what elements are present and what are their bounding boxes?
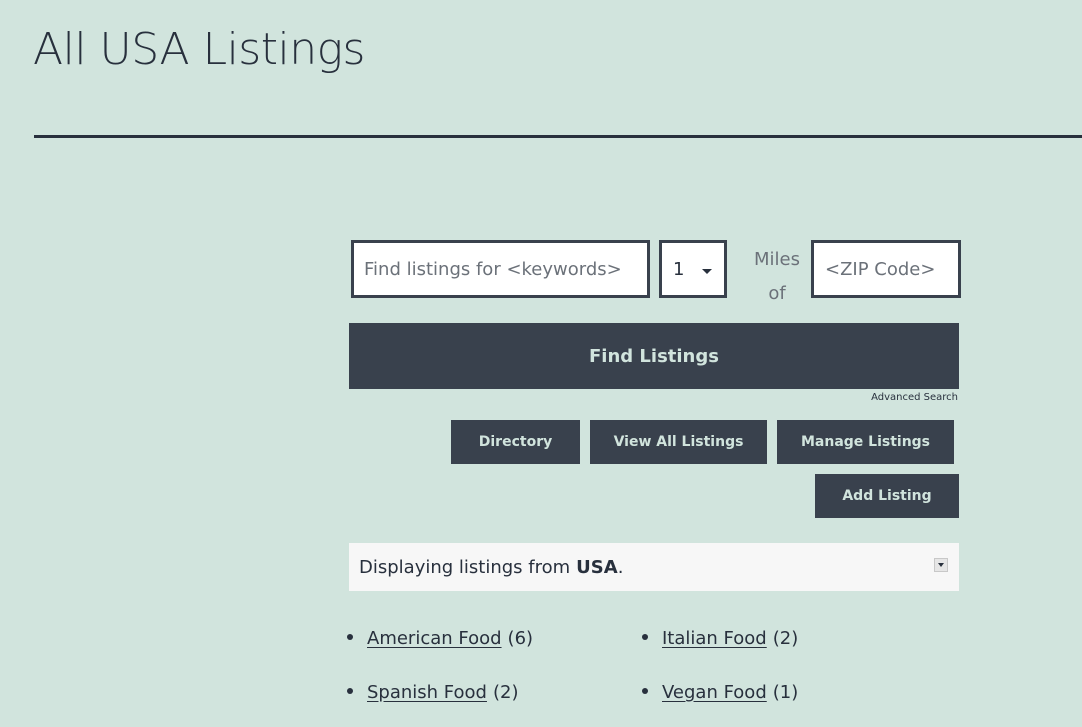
radius-value: 1 bbox=[673, 258, 685, 280]
miles-label-line2: of bbox=[768, 283, 786, 304]
directory-button[interactable]: Directory bbox=[451, 420, 580, 464]
keywords-input[interactable]: Find listings for <keywords> bbox=[351, 240, 650, 298]
add-listing-button[interactable]: Add Listing bbox=[815, 474, 959, 518]
find-listings-button[interactable]: Find Listings bbox=[349, 323, 959, 389]
region-prefix: Displaying listings from bbox=[359, 556, 571, 578]
page-title: All USA Listings bbox=[33, 24, 365, 75]
list-item: Vegan Food (1) bbox=[642, 682, 798, 703]
chevron-down-icon bbox=[702, 269, 712, 274]
miles-label-line1: Miles bbox=[754, 249, 800, 270]
bullet-icon bbox=[347, 634, 353, 640]
title-divider bbox=[34, 135, 1082, 138]
zip-code-input[interactable]: <ZIP Code> bbox=[811, 240, 961, 298]
page: All USA Listings Find listings for <keyw… bbox=[0, 0, 1082, 727]
list-item: American Food (6) bbox=[347, 628, 533, 649]
miles-of-label: Miles of bbox=[748, 243, 806, 311]
bullet-icon bbox=[642, 634, 648, 640]
category-link-american-food[interactable]: American Food bbox=[367, 628, 502, 649]
zip-placeholder: <ZIP Code> bbox=[825, 258, 936, 280]
region-display-bar: Displaying listings from USA. bbox=[349, 543, 959, 591]
category-count: (2) bbox=[492, 682, 519, 703]
radius-select[interactable]: 1 bbox=[659, 240, 727, 298]
expand-toggle-icon[interactable] bbox=[934, 558, 948, 572]
advanced-search-link[interactable]: Advanced Search bbox=[871, 392, 958, 403]
region-name: USA bbox=[576, 556, 618, 578]
bullet-icon bbox=[642, 688, 648, 694]
manage-listings-button[interactable]: Manage Listings bbox=[777, 420, 954, 464]
category-link-spanish-food[interactable]: Spanish Food bbox=[367, 682, 487, 703]
category-count: (1) bbox=[772, 682, 799, 703]
region-suffix: . bbox=[617, 556, 624, 578]
category-link-italian-food[interactable]: Italian Food bbox=[662, 628, 767, 649]
category-count: (2) bbox=[772, 628, 799, 649]
category-link-vegan-food[interactable]: Vegan Food bbox=[662, 682, 767, 703]
list-item: Spanish Food (2) bbox=[347, 682, 518, 703]
category-count: (6) bbox=[507, 628, 534, 649]
keywords-placeholder: Find listings for <keywords> bbox=[364, 258, 622, 280]
list-item: Italian Food (2) bbox=[642, 628, 798, 649]
bullet-icon bbox=[347, 688, 353, 694]
view-all-listings-button[interactable]: View All Listings bbox=[590, 420, 767, 464]
